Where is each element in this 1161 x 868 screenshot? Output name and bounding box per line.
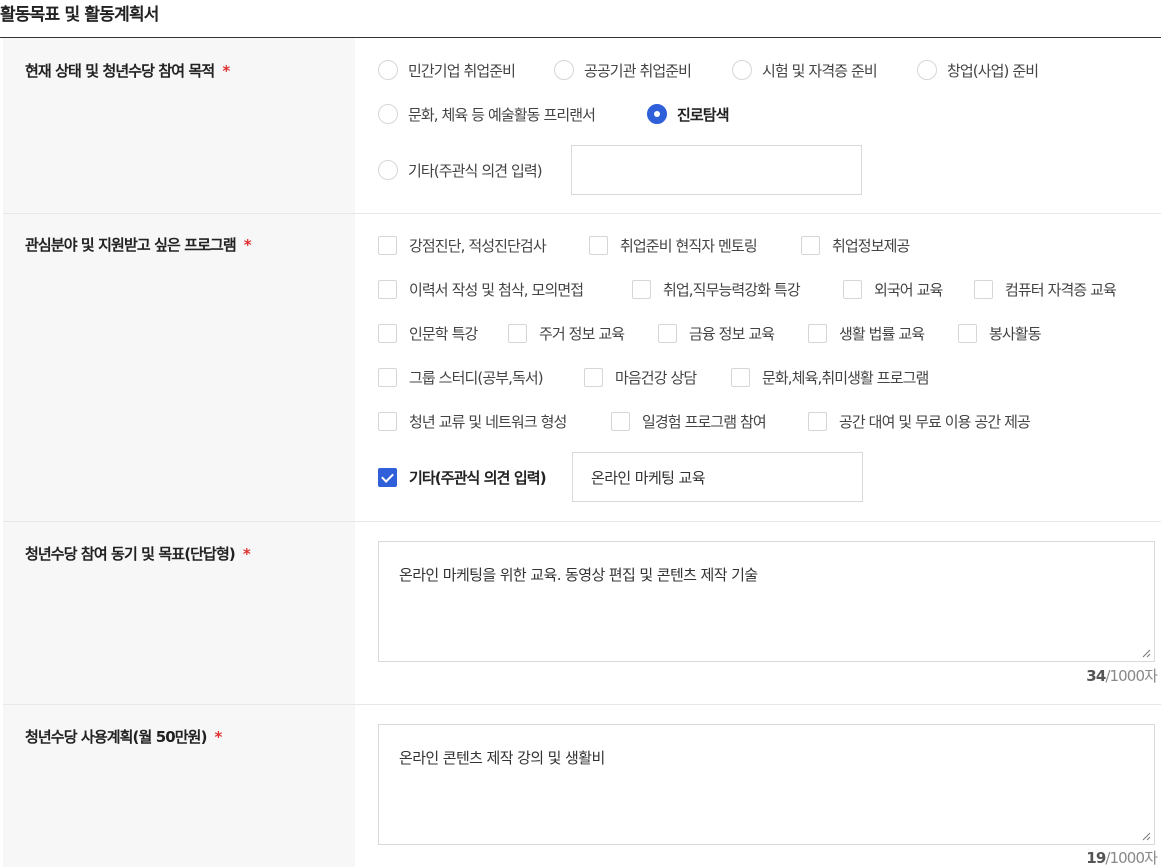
checkbox-icon bbox=[801, 235, 820, 255]
purpose-row: 현재 상태 및 청년수당 참여 목적 * 민간기업 취업준비 공공기관 취업준비 … bbox=[3, 38, 1161, 214]
checkbox-icon bbox=[808, 411, 827, 431]
radio-icon bbox=[378, 60, 398, 80]
programs-label: 관심분야 및 지원받고 싶은 프로그램 * bbox=[25, 236, 252, 254]
checkbox-icon bbox=[378, 235, 397, 255]
checkbox-computer-cert[interactable]: 컴퓨터 자격증 교육 bbox=[974, 278, 1117, 300]
required-mark: * bbox=[222, 62, 230, 80]
usage-label: 청년수당 사용계획(월 50만원) * bbox=[25, 728, 223, 746]
checkbox-space-rental[interactable]: 공간 대여 및 무료 이용 공간 제공 bbox=[808, 410, 1031, 432]
radio-icon bbox=[378, 104, 398, 124]
required-mark: * bbox=[214, 728, 223, 746]
required-mark: * bbox=[243, 236, 252, 254]
motivation-row: 청년수당 참여 동기 및 목표(단답형) * 온라인 마케팅을 위한 교육. 동영… bbox=[3, 522, 1161, 705]
checkbox-finance-info[interactable]: 금융 정보 교육 bbox=[658, 322, 775, 344]
programs-label-cell: 관심분야 및 지원받고 싶은 프로그램 * bbox=[3, 214, 355, 521]
checkbox-aptitude-test[interactable]: 강점진단, 적성진단검사 bbox=[378, 234, 547, 256]
checkbox-icon bbox=[584, 367, 603, 387]
checkbox-icon bbox=[974, 279, 993, 299]
checkbox-icon bbox=[378, 279, 397, 299]
checkbox-work-experience[interactable]: 일경험 프로그램 참여 bbox=[611, 410, 767, 432]
usage-label-cell: 청년수당 사용계획(월 50만원) * bbox=[3, 705, 355, 867]
radio-exam-certificate[interactable]: 시험 및 자격증 준비 bbox=[732, 59, 878, 81]
radio-private-company[interactable]: 민간기업 취업준비 bbox=[378, 59, 516, 81]
checkbox-icon bbox=[378, 323, 397, 343]
purpose-label-cell: 현재 상태 및 청년수당 참여 목적 * bbox=[3, 38, 355, 213]
programs-other-input[interactable]: 온라인 마케팅 교육 bbox=[572, 452, 863, 502]
checkbox-icon bbox=[658, 323, 677, 343]
purpose-other-input[interactable] bbox=[571, 145, 862, 195]
checkbox-icon bbox=[611, 411, 630, 431]
motivation-label-cell: 청년수당 참여 동기 및 목표(단답형) * bbox=[3, 522, 355, 704]
radio-arts-freelancer[interactable]: 문화, 체육 등 예술활동 프리랜서 bbox=[378, 103, 596, 125]
motivation-label: 청년수당 참여 동기 및 목표(단답형) * bbox=[25, 545, 251, 563]
checkbox-youth-network[interactable]: 청년 교류 및 네트워크 형성 bbox=[378, 410, 567, 432]
checkbox-icon bbox=[808, 323, 827, 343]
checkbox-icon bbox=[731, 367, 750, 387]
usage-textarea[interactable]: 온라인 콘텐츠 제작 강의 및 생활비 bbox=[378, 724, 1155, 845]
section-title: 활동목표 및 활동계획서 bbox=[0, 5, 159, 25]
resize-handle-icon[interactable] bbox=[1142, 649, 1151, 658]
checkbox-mentoring[interactable]: 취업준비 현직자 멘토링 bbox=[589, 234, 758, 256]
checkbox-icon bbox=[378, 411, 397, 431]
checkbox-culture-hobby[interactable]: 문화,체육,취미생활 프로그램 bbox=[731, 366, 929, 388]
checkbox-housing-info[interactable]: 주거 정보 교육 bbox=[508, 322, 625, 344]
checkbox-humanities[interactable]: 인문학 특강 bbox=[378, 322, 478, 344]
radio-career-exploration[interactable]: 진로탐색 bbox=[647, 103, 730, 125]
radio-other[interactable]: 기타(주관식 의견 입력) bbox=[378, 159, 543, 181]
radio-icon bbox=[378, 160, 398, 180]
radio-icon bbox=[917, 60, 937, 80]
required-mark: * bbox=[242, 545, 251, 563]
checkbox-legal-education[interactable]: 생활 법률 교육 bbox=[808, 322, 925, 344]
checkbox-icon bbox=[958, 323, 977, 343]
motivation-text: 온라인 마케팅을 위한 교육. 동영상 편집 및 콘텐츠 제작 기술 bbox=[399, 566, 758, 584]
purpose-label: 현재 상태 및 청년수당 참여 목적 * bbox=[25, 62, 230, 80]
checkbox-job-skill-lecture[interactable]: 취업,직무능력강화 특강 bbox=[632, 278, 801, 300]
radio-public-agency[interactable]: 공공기관 취업준비 bbox=[554, 59, 692, 81]
motivation-char-counter: 34/1000자 bbox=[1086, 667, 1158, 685]
usage-row: 청년수당 사용계획(월 50만원) * 온라인 콘텐츠 제작 강의 및 생활비 1… bbox=[3, 705, 1161, 867]
motivation-textarea[interactable]: 온라인 마케팅을 위한 교육. 동영상 편집 및 콘텐츠 제작 기술 bbox=[378, 541, 1155, 662]
resize-handle-icon[interactable] bbox=[1142, 832, 1151, 841]
checkbox-icon bbox=[843, 279, 862, 299]
checkbox-job-info[interactable]: 취업정보제공 bbox=[801, 234, 910, 256]
checkbox-icon bbox=[589, 235, 608, 255]
checkbox-group-study[interactable]: 그룹 스터디(공부,독서) bbox=[378, 366, 544, 388]
checkbox-checked-icon bbox=[378, 467, 397, 487]
usage-char-counter: 19/1000자 bbox=[1086, 849, 1158, 867]
radio-selected-icon bbox=[647, 104, 667, 124]
checkbox-icon bbox=[632, 279, 651, 299]
checkbox-foreign-language[interactable]: 외국어 교육 bbox=[843, 278, 943, 300]
checkbox-resume-interview[interactable]: 이력서 작성 및 첨삭, 모의면접 bbox=[378, 278, 584, 300]
radio-startup[interactable]: 창업(사업) 준비 bbox=[917, 59, 1039, 81]
checkbox-volunteer[interactable]: 봉사활동 bbox=[958, 322, 1042, 344]
radio-icon bbox=[554, 60, 574, 80]
checkbox-other[interactable]: 기타(주관식 의견 입력) bbox=[378, 466, 547, 488]
programs-row: 관심분야 및 지원받고 싶은 프로그램 * 강점진단, 적성진단검사 취업준비 현… bbox=[3, 214, 1161, 522]
usage-text: 온라인 콘텐츠 제작 강의 및 생활비 bbox=[399, 749, 605, 767]
radio-icon bbox=[732, 60, 752, 80]
checkbox-icon bbox=[508, 323, 527, 343]
checkbox-icon bbox=[378, 367, 397, 387]
checkbox-mental-health[interactable]: 마음건강 상담 bbox=[584, 366, 697, 388]
